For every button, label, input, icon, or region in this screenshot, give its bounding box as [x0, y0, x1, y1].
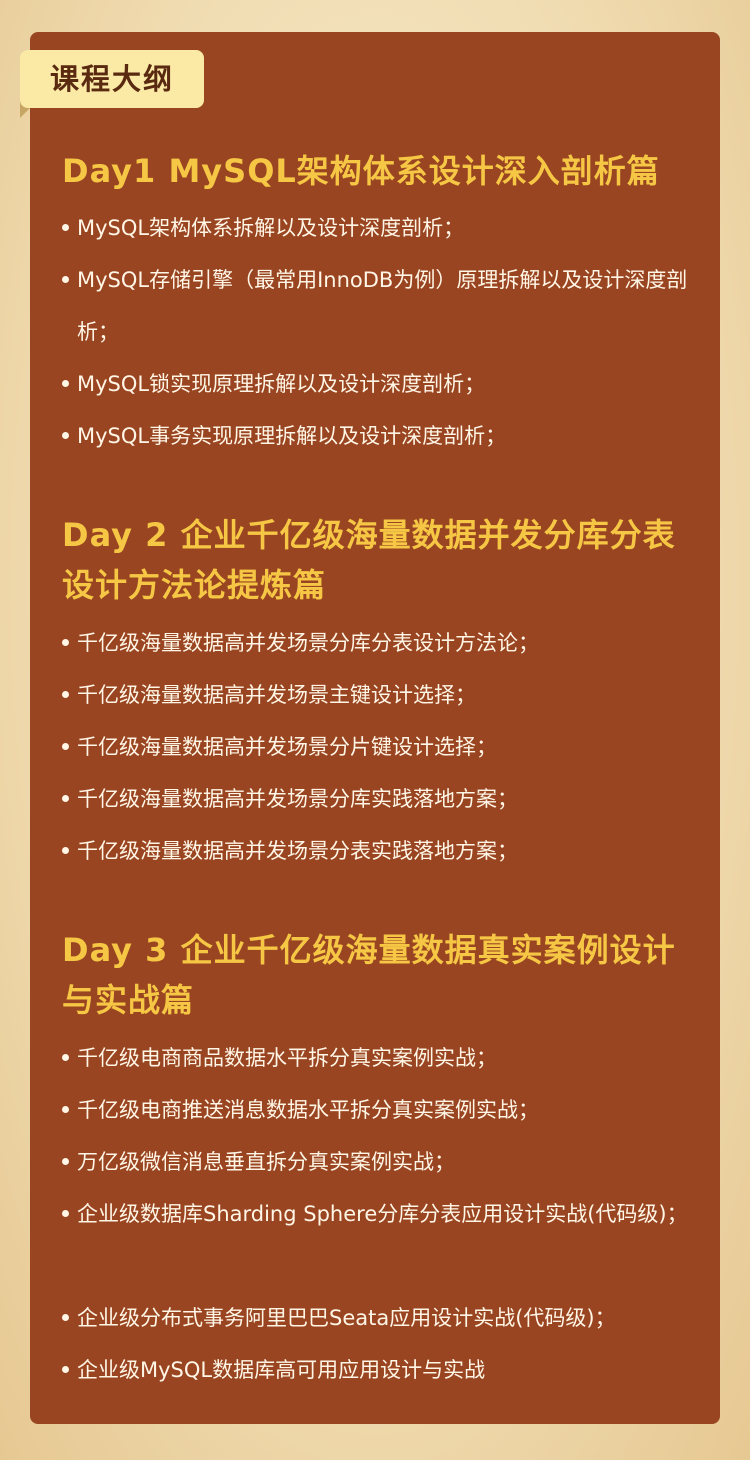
- list-item: 千亿级海量数据高并发场景分库实践落地方案；: [62, 773, 702, 825]
- list-item: 企业级数据库Sharding Sphere分库分表应用设计实战(代码级)；: [62, 1188, 702, 1240]
- list-item: 千亿级电商推送消息数据水平拆分真实案例实战；: [62, 1084, 702, 1136]
- list-item: 千亿级海量数据高并发场景主键设计选择；: [62, 669, 702, 721]
- list-item: MySQL锁实现原理拆解以及设计深度剖析；: [62, 358, 702, 410]
- list-item: 企业级分布式事务阿里巴巴Seata应用设计实战(代码级)；: [62, 1292, 702, 1344]
- list-item: 万亿级微信消息垂直拆分真实案例实战；: [62, 1136, 702, 1188]
- list-item: 千亿级海量数据高并发场景分表实践落地方案；: [62, 825, 702, 877]
- list-item: MySQL存储引擎（最常用InnoDB为例）原理拆解以及设计深度剖析；: [62, 254, 702, 358]
- list-item: 千亿级电商商品数据水平拆分真实案例实战；: [62, 1032, 702, 1084]
- section-title-day2: Day 2 企业千亿级海量数据并发分库分表设计方法论提炼篇: [62, 516, 676, 604]
- course-outline-tag: 课程大纲: [20, 50, 204, 108]
- list-item: 千亿级海量数据高并发场景分库分表设计方法论；: [62, 617, 702, 669]
- section-title-day3: Day 3 企业千亿级海量数据真实案例设计与实战篇: [62, 931, 676, 1019]
- list-item: 企业级MySQL数据库高可用应用设计与实战: [62, 1344, 702, 1396]
- section-title-day1: Day1 MySQL架构体系设计深入剖析篇: [62, 152, 660, 190]
- list-item: 千亿级海量数据高并发场景分片键设计选择；: [62, 721, 702, 773]
- list-item: MySQL架构体系拆解以及设计深度剖析；: [62, 202, 702, 254]
- list-item: MySQL事务实现原理拆解以及设计深度剖析；: [62, 410, 702, 462]
